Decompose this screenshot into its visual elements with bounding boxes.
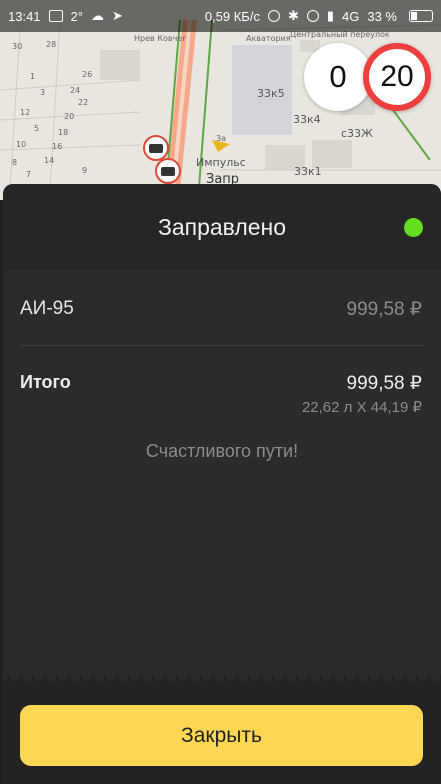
status-indicator (404, 218, 423, 237)
signal-icon: ▮ (326, 8, 335, 23)
map-number: 30 (12, 42, 23, 51)
weather-temperature: 2° (70, 8, 83, 24)
fuel-price: 999,58 ₽ (346, 299, 422, 320)
map-label-building: 33к4 (293, 113, 321, 126)
map-number: 8 (12, 158, 18, 167)
map-label-poi: Нрев Ковчег (134, 34, 187, 43)
fuel-name: АИ-95 (20, 298, 74, 319)
total-detail: 22,62 л X 44,19 ₽ (301, 399, 422, 416)
map-number: 5 (34, 124, 40, 133)
map-label-top: Акватория (246, 34, 291, 43)
current-speed: 0 (304, 43, 372, 111)
map-number: 24 (70, 86, 81, 95)
map-number: 1 (30, 72, 36, 81)
map-label-place[interactable]: Импульс (196, 156, 246, 169)
status-bar: 13:41 2° ☁ ➤ 0,59 КБ/с ✱ ▮ 4G 33 % (0, 0, 441, 32)
map-number: 20 (64, 112, 75, 121)
navigation-icon: ➤ (111, 8, 123, 23)
total-label: Итого (20, 372, 71, 392)
map-label-building: 33к5 (257, 87, 285, 100)
network-speed: 0,59 КБ/с (204, 8, 260, 24)
total-amount: 999,58 ₽ (346, 373, 422, 394)
map-number: 10 (16, 140, 27, 149)
speed-limit-sign: 20 (363, 43, 431, 111)
map-number: 22 (78, 98, 89, 107)
fuel-row: АИ-95 999,58 ₽ (20, 298, 422, 321)
map-number: 28 (46, 40, 57, 49)
hotspot-icon (267, 10, 280, 22)
cloud-icon: ☁ (90, 8, 104, 23)
map-number: 12 (20, 108, 31, 117)
refuel-sheet: Заправлено АИ-95 999,58 ₽ Итого 999,58 ₽… (3, 184, 441, 784)
close-button[interactable]: Закрыть (20, 705, 423, 766)
status-time: 13:41 (8, 8, 41, 24)
battery-icon (409, 10, 433, 22)
map-label-number: 3а (216, 134, 226, 143)
map-number: 7 (26, 170, 32, 179)
map-number: 3 (40, 88, 46, 97)
alarm-icon (306, 10, 319, 22)
divider (20, 345, 424, 346)
wish-text: Счастливого пути! (145, 441, 299, 461)
sheet-title: Заправлено (157, 213, 287, 240)
map-label-building: с33Ж (341, 127, 373, 140)
total-row: Итого 999,58 ₽ (20, 372, 422, 395)
bluetooth-icon: ✱ (287, 8, 299, 23)
map-number: 18 (58, 128, 69, 137)
map-label-building: 33к1 (294, 165, 322, 178)
network-type: 4G (342, 8, 360, 24)
message-icon (48, 10, 63, 22)
sheet-header: Заправлено (3, 184, 441, 270)
map-number: 16 (52, 142, 63, 151)
map-number: 9 (82, 166, 88, 175)
map-number: 26 (82, 70, 93, 79)
map-number: 14 (44, 156, 55, 165)
battery-percent: 33 % (367, 8, 397, 24)
